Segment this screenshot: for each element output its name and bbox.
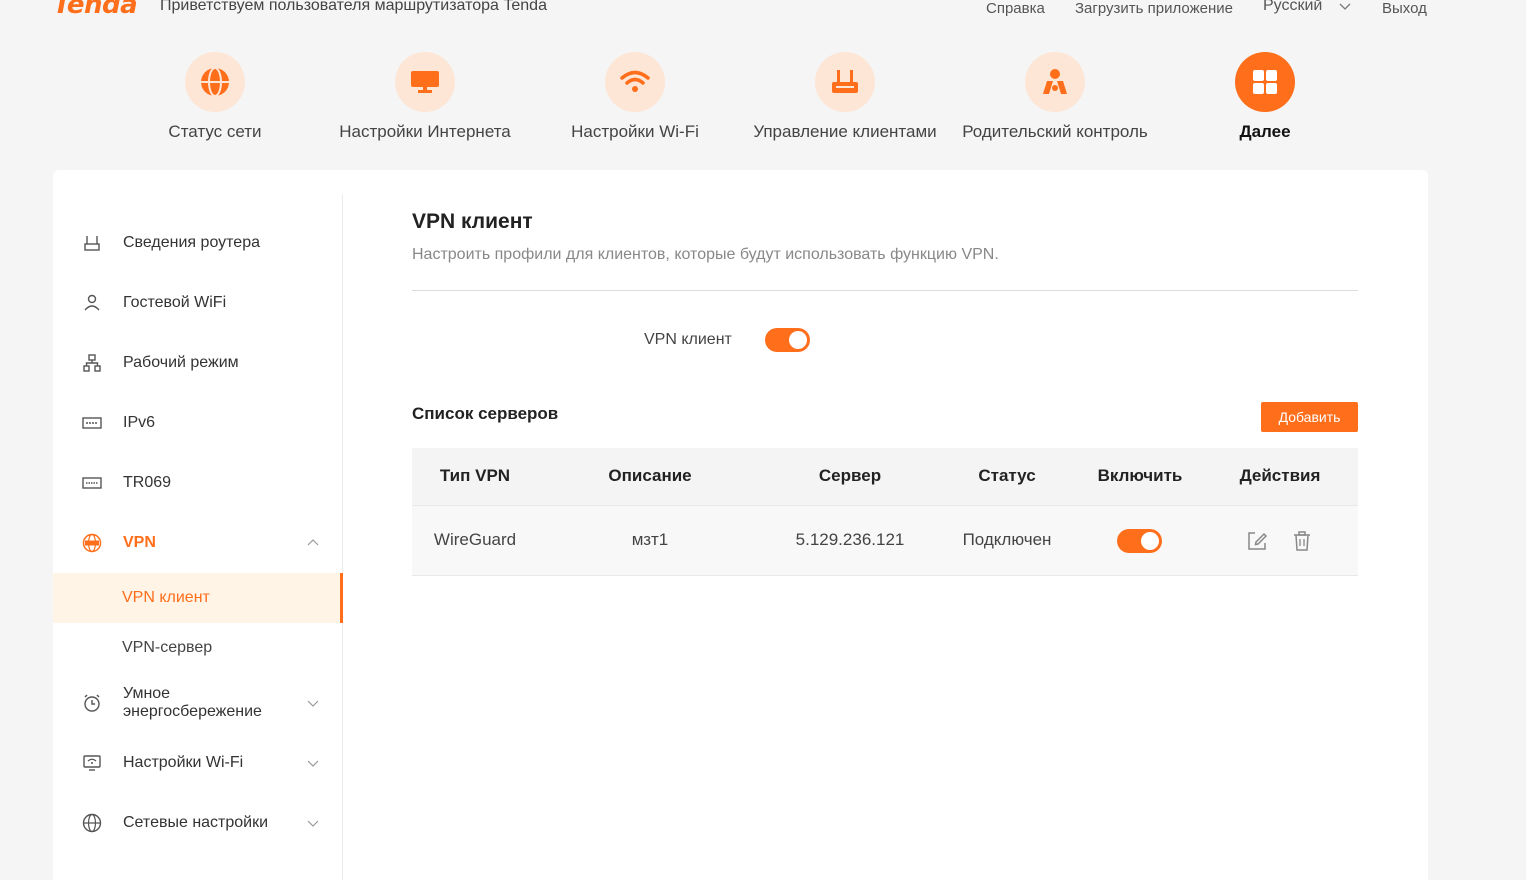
sidebar-item-work-mode[interactable]: Рабочий режим bbox=[53, 333, 342, 393]
sidebar-item-vpn[interactable]: VPN bbox=[53, 513, 342, 573]
column-header: Статус bbox=[978, 466, 1036, 485]
sidebar-item-network-settings[interactable]: Сетевые настройки bbox=[53, 793, 342, 853]
topnav-label: Далее bbox=[1239, 122, 1291, 141]
sidebar-item-label: Сведения роутера bbox=[123, 234, 260, 251]
monitor-icon bbox=[411, 71, 439, 93]
vpn-client-toggle[interactable] bbox=[765, 328, 810, 352]
welcome-text: Приветствуем пользователя маршрутизатора… bbox=[160, 0, 547, 14]
download-app-link[interactable]: Загрузить приложение bbox=[1075, 0, 1233, 17]
column-header: Сервер bbox=[818, 466, 882, 485]
sidebar-item-label: Рабочий режим bbox=[123, 354, 239, 371]
column-header: Действия bbox=[1239, 466, 1321, 485]
page-title: VPN клиент bbox=[412, 210, 533, 233]
router-icon bbox=[832, 70, 858, 93]
sidebar-item-label: Умное энергосбережение bbox=[123, 685, 262, 720]
sidebar-item-wifi-settings[interactable]: Настройки Wi-Fi bbox=[53, 733, 342, 793]
language-select[interactable]: Русский bbox=[1263, 0, 1322, 15]
edit-icon[interactable] bbox=[1246, 530, 1268, 552]
sidebar-item-guest-wifi[interactable]: Гостевой WiFi bbox=[53, 273, 342, 333]
topnav-wifi-settings[interactable]: Настройки Wi-Fi bbox=[535, 52, 735, 142]
topnav-label: Управление клиентами bbox=[753, 122, 937, 141]
topnav-label: Настройки Wi-Fi bbox=[571, 122, 699, 141]
chevron-down-icon[interactable] bbox=[1338, 0, 1352, 13]
tr069-icon bbox=[81, 472, 103, 494]
sidebar-item-label: Настройки Wi-Fi bbox=[123, 754, 244, 771]
sidebar-item-energy-saving[interactable]: Умное энергосбережение bbox=[53, 673, 342, 733]
energy-icon bbox=[81, 692, 103, 714]
sidebar-item-ipv6[interactable]: IPv6 bbox=[53, 393, 342, 453]
sidebar-item-label: TR069 bbox=[123, 474, 172, 491]
sidebar-item-label: IPv6 bbox=[123, 414, 156, 431]
sidebar-subitem-label: VPN-сервер bbox=[122, 639, 213, 656]
help-link[interactable]: Справка bbox=[986, 0, 1045, 17]
guest-icon bbox=[81, 292, 103, 314]
vpn-client-toggle-label: VPN клиент bbox=[644, 331, 732, 348]
topnav-parental-control[interactable]: Родительский контроль bbox=[955, 52, 1155, 142]
wifi-settings-icon bbox=[81, 752, 103, 774]
tenda-logo: Tenda bbox=[53, 0, 138, 20]
wifi-icon bbox=[620, 70, 650, 92]
topnav-label: Настройки Интернета bbox=[339, 122, 511, 141]
add-button[interactable]: Добавить bbox=[1261, 402, 1358, 432]
server-list-title: Список серверов bbox=[412, 404, 559, 423]
column-header: Включить bbox=[1097, 466, 1183, 485]
sidebar-subitem-vpn-client[interactable]: VPN клиент bbox=[53, 573, 343, 623]
cell-vpn-type: WireGuard bbox=[433, 530, 517, 549]
family-icon bbox=[1043, 69, 1067, 94]
sidebar-item-router-info[interactable]: Сведения роутера bbox=[53, 213, 342, 273]
chevron-down-icon bbox=[307, 820, 319, 827]
chevron-up-icon bbox=[307, 539, 319, 546]
header: Tenda Приветствуем пользователя маршрути… bbox=[0, 0, 1526, 20]
logout-link[interactable]: Выход bbox=[1382, 0, 1427, 17]
sidebar: Сведения роутера Гостевой WiFi Рабочий р… bbox=[53, 194, 343, 880]
sidebar-subitem-vpn-server[interactable]: VPN-сервер bbox=[53, 623, 342, 673]
grid-icon bbox=[1253, 70, 1277, 94]
cell-description: мзт1 bbox=[631, 530, 669, 549]
topnav-more[interactable]: Далее bbox=[1165, 52, 1365, 142]
sidebar-item-label: Гостевой WiFi bbox=[123, 294, 227, 311]
delete-icon[interactable] bbox=[1291, 530, 1313, 552]
divider bbox=[412, 290, 1358, 291]
page-subtitle: Настроить профили для клиентов, которые … bbox=[412, 246, 999, 263]
topnav-client-management[interactable]: Управление клиентами bbox=[745, 52, 945, 142]
server-table: Тип VPN Описание Сервер Статус Включить … bbox=[412, 448, 1358, 576]
row-enable-toggle[interactable] bbox=[1117, 529, 1162, 553]
column-header: Описание bbox=[608, 466, 692, 485]
sidebar-subitem-label: VPN клиент bbox=[122, 589, 210, 606]
globe-icon bbox=[201, 67, 229, 97]
vpn-icon bbox=[81, 532, 103, 554]
cell-status: Подключен bbox=[962, 530, 1052, 549]
topnav-label: Родительский контроль bbox=[962, 122, 1148, 141]
network-icon bbox=[81, 812, 103, 834]
topnav-label: Статус сети bbox=[168, 122, 262, 141]
table-row: WireGuard мзт1 5.129.236.121 Подключен bbox=[412, 505, 1358, 576]
sidebar-item-tr069[interactable]: TR069 bbox=[53, 453, 342, 513]
table-header: Тип VPN Описание Сервер Статус Включить … bbox=[412, 448, 1358, 505]
column-header: Тип VPN bbox=[439, 466, 511, 485]
topnav-internet-settings[interactable]: Настройки Интернета bbox=[325, 52, 525, 142]
chevron-down-icon bbox=[307, 700, 319, 707]
sidebar-item-label: VPN bbox=[123, 534, 156, 551]
topnav-network-status[interactable]: Статус сети bbox=[115, 52, 315, 142]
topology-icon bbox=[81, 352, 103, 374]
cell-server: 5.129.236.121 bbox=[795, 530, 905, 549]
sidebar-item-label: Сетевые настройки bbox=[123, 814, 269, 831]
ipv6-icon bbox=[81, 412, 103, 434]
router-info-icon bbox=[81, 232, 103, 254]
content-card: Сведения роутера Гостевой WiFi Рабочий р… bbox=[53, 170, 1428, 880]
chevron-down-icon bbox=[307, 760, 319, 767]
